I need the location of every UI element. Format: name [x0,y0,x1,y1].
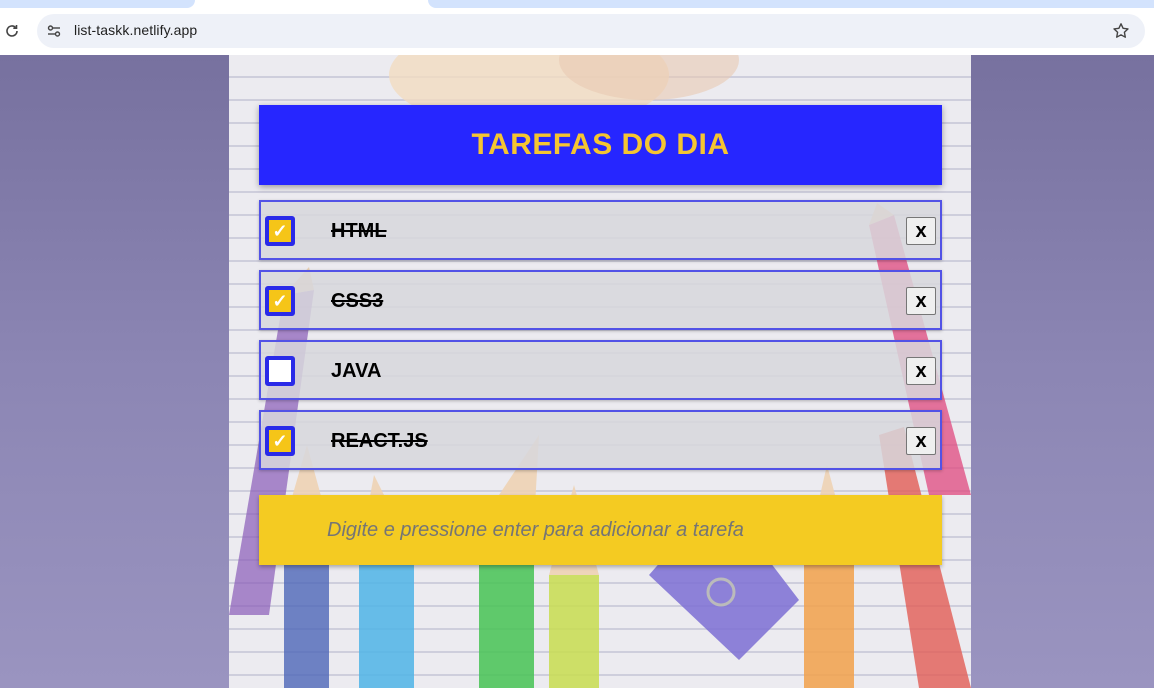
todo-board: TAREFAS DO DIA ✓ HTML x ✓ CSS3 x JAVA x … [229,55,971,688]
check-icon: ✓ [272,221,288,241]
task-item: ✓ CSS3 x [259,270,942,330]
task-label: REACT.JS [331,430,428,452]
task-checkbox[interactable]: ✓ [265,286,295,316]
delete-task-button[interactable]: x [906,217,936,245]
app-header: TAREFAS DO DIA [259,105,942,185]
reload-icon[interactable] [2,21,22,41]
task-item: ✓ REACT.JS x [259,410,942,470]
page-background: TAREFAS DO DIA ✓ HTML x ✓ CSS3 x JAVA x … [0,55,1154,688]
task-checkbox[interactable]: ✓ [265,216,295,246]
tab-strip [0,0,1154,8]
task-label: HTML [331,220,387,242]
tab-left[interactable] [0,0,195,8]
bookmark-star-icon[interactable] [1111,21,1131,41]
browser-toolbar: list-taskk.netlify.app [0,8,1154,55]
task-item: ✓ HTML x [259,200,942,260]
delete-task-button[interactable]: x [906,427,936,455]
address-bar[interactable]: list-taskk.netlify.app [37,14,1145,48]
page-title: TAREFAS DO DIA [471,128,730,161]
site-info-icon[interactable] [45,22,63,40]
delete-task-button[interactable]: x [906,287,936,315]
url-text[interactable]: list-taskk.netlify.app [74,22,197,38]
delete-task-button[interactable]: x [906,357,936,385]
task-checkbox[interactable]: ✓ [265,426,295,456]
task-item: JAVA x [259,340,942,400]
check-icon: ✓ [272,291,288,311]
task-checkbox[interactable] [265,356,295,386]
check-icon: ✓ [272,431,288,451]
task-label: JAVA [331,360,382,382]
new-task-input[interactable] [259,495,942,565]
tab-right[interactable] [428,0,1154,8]
task-label: CSS3 [331,290,384,312]
